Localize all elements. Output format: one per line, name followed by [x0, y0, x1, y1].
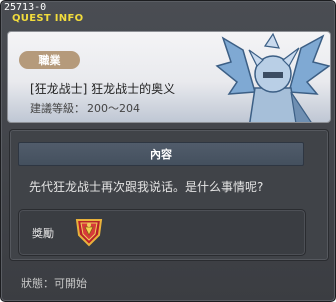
content-text: 先代狂龙战士再次跟我说话。是什么事情呢? — [29, 180, 264, 194]
quest-name: [狂龙战士] 狂龙战士的奥义 — [30, 82, 176, 96]
red-gold-emblem-icon[interactable] — [73, 217, 105, 247]
level-range: 200～204 — [87, 102, 140, 115]
level-label: 建議等級： — [30, 102, 85, 115]
quest-summary-panel: 職業 [狂龙战士] 狂龙战士的奥义 建議等級： 200～204 — [7, 31, 331, 123]
quest-info-window: 25713-0 QUEST INFO 職業 [狂龙战士] 狂龙战士的奥义 建議等… — [0, 0, 336, 302]
quest-recommended-level: 建議等級： 200～204 — [30, 100, 140, 116]
quest-status: 狀態：可開始 — [21, 277, 87, 290]
content-header: 內容 — [18, 142, 304, 166]
window-title: QUEST INFO — [12, 13, 84, 24]
kaiser-character-icon — [215, 32, 330, 122]
reward-label: 獎勵 — [32, 227, 54, 240]
window-id: 25713-0 — [4, 2, 47, 13]
job-badge: 職業 — [19, 51, 80, 69]
reward-box: 獎勵 — [18, 209, 306, 256]
quest-content-panel: 內容 先代狂龙战士再次跟我说话。是什么事情呢? 獎勵 — [9, 129, 329, 261]
